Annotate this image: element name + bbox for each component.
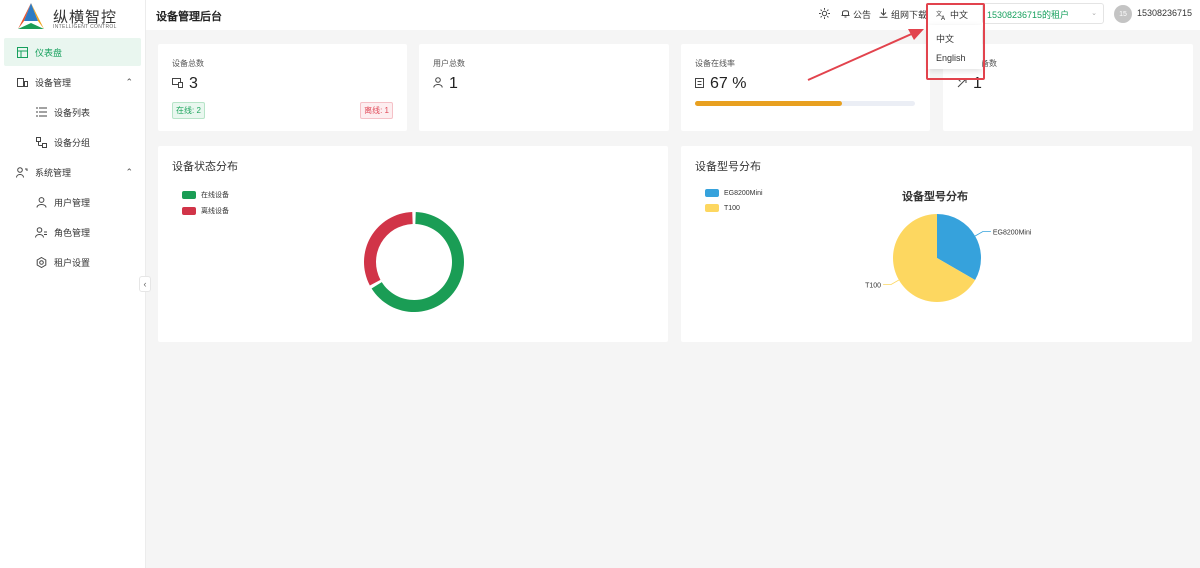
total-devices-value: 3 (189, 75, 198, 92)
sidebar-item-label: 设备分组 (54, 137, 91, 148)
total-users-value-row: 1 (433, 75, 458, 93)
status-chart-card: 设备状态分布 在线设备 离线设备 (158, 146, 668, 342)
sidebar-item-user-management[interactable]: 用户管理 (0, 188, 145, 216)
user-name[interactable]: 15308236715 (1137, 8, 1192, 18)
tenant-value: 15308236715的租户 (987, 10, 1070, 20)
total-users-value: 1 (449, 75, 458, 92)
pie-chart-inner-title: 设备型号分布 (902, 191, 968, 203)
sidebar-item-system-management[interactable]: 系统管理 ⌃ (0, 158, 145, 186)
settings-icon (35, 256, 47, 268)
group-icon (35, 136, 47, 148)
theme-toggle-button[interactable] (819, 8, 830, 19)
status-chart-title: 设备状态分布 (172, 161, 238, 173)
list-icon (35, 106, 47, 118)
user-icon (35, 196, 47, 208)
logo[interactable]: 纵横智控 INTELLIGENT CONTROL (16, 3, 146, 33)
pie-label-line (883, 279, 900, 285)
sidebar-item-label: 仪表盘 (35, 47, 63, 58)
pie-label: EG8200Mini (993, 230, 1032, 237)
legend-label: 离线设备 (201, 208, 229, 215)
legend-swatch (182, 207, 196, 215)
legend-item-online[interactable]: 在线设备 (182, 190, 229, 200)
model-chart-card: 设备型号分布 EG8200Mini T100 设备型号分布 EG8200Mini… (681, 146, 1192, 342)
sidebar-item-device-management[interactable]: 设备管理 ⌃ (0, 68, 145, 96)
sidebar-item-label: 系统管理 (35, 167, 72, 178)
sidebar-item-label: 角色管理 (54, 227, 91, 238)
dashboard-icon (16, 46, 28, 58)
legend-label: EG8200Mini (724, 189, 763, 197)
online-count-badge: 在线: 2 (172, 102, 205, 119)
online-rate-progress-fill (695, 101, 843, 106)
language-switch-button[interactable]: 文A 中文 (936, 8, 968, 21)
logo-mark-icon (18, 3, 44, 29)
user-icon (433, 77, 443, 91)
logo-subtext: INTELLIGENT CONTROL (53, 24, 117, 30)
device-mgmt-icon (16, 76, 28, 88)
online-rate-value-row: 67 % (695, 75, 746, 93)
svg-text:A: A (941, 15, 946, 20)
total-devices-label: 设备总数 (172, 59, 204, 68)
online-rate-progress (695, 101, 915, 106)
total-users-card[interactable]: 用户总数 1 (419, 44, 669, 131)
sidebar-item-tenant-settings[interactable]: 租户设置 (0, 248, 145, 276)
language-label: 中文 (950, 10, 969, 20)
sidebar-item-label: 租户设置 (54, 257, 91, 268)
annotation-arrow (807, 29, 924, 81)
sidebar-item-label: 设备列表 (54, 107, 91, 118)
sidebar-item-device-list[interactable]: 设备列表 (0, 98, 145, 126)
offline-count-badge: 离线: 1 (360, 102, 393, 119)
translate-icon: 文A (936, 10, 946, 20)
legend-swatch (705, 204, 719, 212)
system-mgmt-icon (16, 166, 28, 178)
sidebar-item-dashboard[interactable]: 仪表盘 (4, 38, 141, 66)
chevron-up-icon: ⌃ (125, 76, 133, 87)
page-title: 设备管理后台 (156, 11, 222, 23)
sidebar-item-label: 用户管理 (54, 197, 91, 208)
sidebar-collapse-button[interactable]: ‹ (139, 276, 151, 292)
model-chart-title: 设备型号分布 (695, 161, 761, 173)
sidebar-item-label: 设备管理 (35, 77, 72, 88)
pie-label-line (974, 231, 991, 237)
online-rate-value: 67 % (710, 75, 747, 92)
legend-item-offline[interactable]: 离线设备 (182, 206, 229, 216)
device-icon (172, 77, 183, 91)
legend-item-eg8200mini[interactable]: EG8200Mini (705, 189, 763, 197)
header: 设备管理后台 公告 组网下载 15308236715的租户 ⌄ 15 15308… (146, 0, 1200, 30)
avatar[interactable]: 15 (1114, 5, 1132, 23)
legend-item-t100[interactable]: T100 (705, 204, 740, 212)
model-pie-chart: EG8200Mini T100 (865, 214, 1032, 302)
chevron-up-icon: ⌃ (125, 166, 133, 177)
sidebar: 纵横智控 INTELLIGENT CONTROL 仪表盘 设备管理 ⌃ 设备列表… (0, 0, 146, 568)
language-highlight-box: 文A 中文 (926, 3, 985, 80)
total-devices-value-row: 3 (172, 75, 198, 93)
legend-label: 在线设备 (201, 192, 229, 199)
sidebar-item-device-group[interactable]: 设备分组 (0, 128, 145, 156)
tenant-select[interactable]: 15308236715的租户 ⌄ (982, 3, 1104, 24)
legend-swatch (182, 191, 196, 199)
sun-icon (819, 8, 830, 19)
chevron-down-icon: ⌄ (1091, 10, 1097, 17)
total-devices-card[interactable]: 设备总数 3 在线: 2 离线: 1 (158, 44, 407, 131)
status-donut-chart (364, 212, 464, 312)
pie-label: T100 (865, 283, 881, 290)
online-rate-label: 设备在线率 (695, 59, 735, 68)
legend-swatch (705, 189, 719, 197)
role-icon (35, 226, 47, 238)
sidebar-item-role-management[interactable]: 角色管理 (0, 218, 145, 246)
donut-slice-offline[interactable] (364, 212, 413, 286)
list-icon (695, 77, 704, 91)
legend-label: T100 (724, 204, 740, 212)
total-users-label: 用户总数 (433, 59, 465, 68)
